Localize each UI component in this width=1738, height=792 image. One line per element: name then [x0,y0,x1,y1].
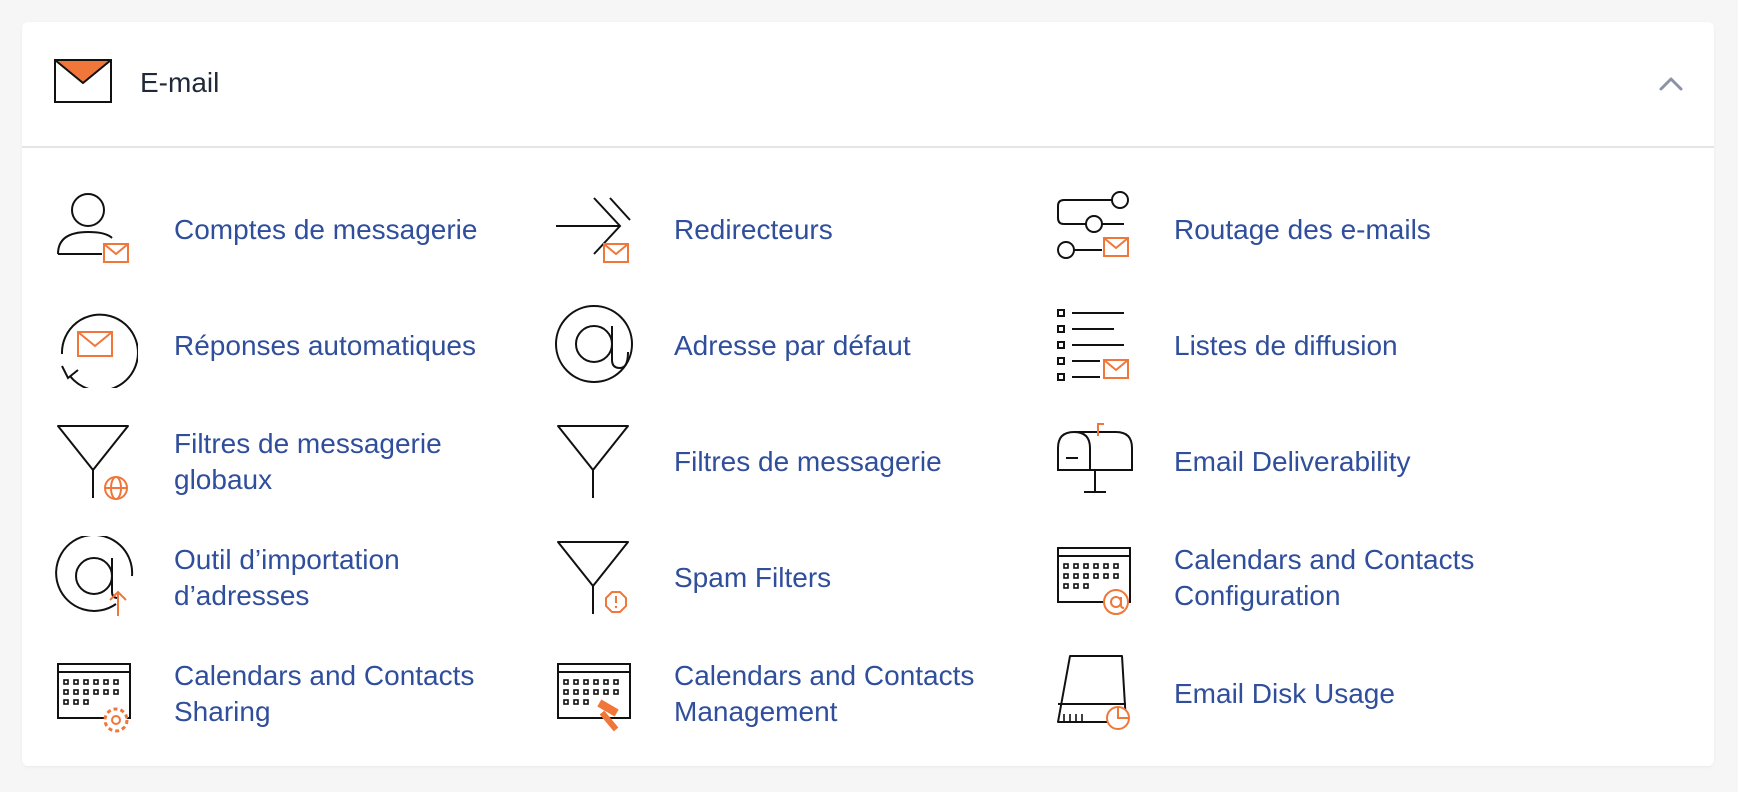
address-import-icon [55,536,134,616]
item-label: Routage des e-mails [1174,214,1431,245]
item-label: Comptes de messagerie [174,214,478,245]
mailbox-icon [1057,423,1133,493]
item-label: Email Disk Usage [1174,678,1395,709]
item-label: Calendars and Contacts Configuration [1174,544,1475,611]
routing-icon [1057,191,1129,259]
forwarder-icon [556,197,631,263]
autoresponders-link[interactable]: Réponses automatiques [54,304,534,404]
item-label: Calendars and Contacts Sharing [174,660,475,727]
email-filters-link[interactable]: Filtres de messagerie [554,420,1034,520]
item-label: Redirecteurs [674,214,833,245]
item-label: Email Deliverability [1174,446,1411,477]
forwarders-link[interactable]: Redirecteurs [554,188,1034,288]
disk-usage-icon [1057,655,1130,730]
spam-filter-icon [557,541,629,614]
email-deliverability-link[interactable]: Email Deliverability [1054,420,1534,520]
item-label: Adresse par défaut [674,330,911,361]
calendar-at-icon [1057,547,1131,615]
chevron-up-icon[interactable] [1656,72,1686,96]
item-label: Filtres de messagerie [674,446,942,477]
filter-icon [557,425,629,498]
item-label: Calendars and Contacts Management [674,660,975,727]
at-sign-icon [555,305,633,383]
user-mail-icon [57,193,129,263]
calendars-contacts-management-link[interactable]: Calendars and Contacts Management [554,652,1034,752]
item-label: Filtres de messagerie globaux [174,428,442,495]
default-address-link[interactable]: Adresse par défaut [554,304,1034,404]
address-importer-link[interactable]: Outil d’importation d’adresses [54,536,534,636]
mailing-lists-link[interactable]: Listes de diffusion [1054,304,1534,404]
section-title: E-mail [140,67,220,98]
calendar-hammer-icon [557,663,631,732]
email-disk-usage-link[interactable]: Email Disk Usage [1054,652,1534,752]
item-label: Listes de diffusion [1174,330,1398,361]
item-label: Spam Filters [674,562,832,593]
calendars-contacts-sharing-link[interactable]: Calendars and Contacts Sharing [54,652,534,752]
mailing-list-icon [1057,309,1129,381]
global-filter-icon [57,425,129,500]
autoresponder-icon [60,313,138,388]
item-label: Outil d’importation d’adresses [174,544,400,611]
calendar-gear-icon [57,663,131,733]
global-email-filters-link[interactable]: Filtres de messagerie globaux [54,420,534,520]
email-routing-link[interactable]: Routage des e-mails [1054,188,1534,288]
email-section-panel: E-mail Comptes de messagerie Redirecteur… [22,22,1714,766]
item-label: Réponses automatiques [174,330,476,361]
spam-filters-link[interactable]: Spam Filters [554,536,1034,636]
envelope-icon [54,59,112,103]
email-accounts-link[interactable]: Comptes de messagerie [54,188,534,288]
calendars-contacts-config-link[interactable]: Calendars and Contacts Configuration [1054,536,1534,636]
email-section-header[interactable]: E-mail [22,22,1714,148]
